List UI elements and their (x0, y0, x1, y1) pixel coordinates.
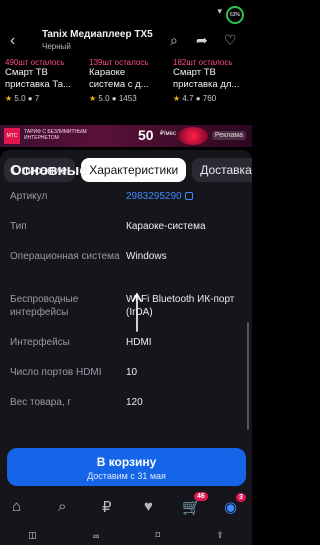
favorites-icon[interactable]: ♥ (144, 498, 153, 515)
wifi-icon: ▾ (217, 6, 222, 16)
star-icon: ★ (173, 94, 181, 103)
recommendations-strip: 490шт осталось Смарт ТВ приставка Та... … (0, 58, 252, 120)
rec-name: Смарт ТВ (5, 67, 48, 78)
rec-reviews: 1453 (118, 94, 137, 103)
banner-text: ТАРИФ С БЕЗЛИМИТНЫМ ИНТЕРНЕТОМ (24, 129, 87, 141)
rec-rating: 5.0 (98, 94, 110, 103)
cart-badge: 46 (194, 492, 208, 501)
spec-label: Вес товара, г (10, 397, 72, 408)
spec-label: Артикул (10, 191, 48, 202)
system-bar: ◫ ∞ ⌑ ⇪ (0, 526, 252, 545)
rec-meta: ★ 4.7 ● 760 (173, 94, 252, 103)
add-to-cart-button[interactable]: В корзину Доставим с 31 мая (7, 448, 246, 486)
rec-card[interactable]: 139шт осталось Караоке система с д... ★ … (84, 58, 168, 120)
rec-stock: 139шт осталось (89, 58, 149, 67)
spec-label: Тип (10, 221, 27, 232)
share-icon[interactable]: ➦ (196, 32, 208, 49)
tab-characteristics[interactable]: Характеристики (81, 158, 187, 182)
mts-logo: МТС (4, 128, 20, 144)
rec-name: Караоке (89, 67, 126, 78)
search-icon[interactable]: ⌕ (58, 498, 66, 515)
spec-value: 10 (126, 367, 138, 378)
cart-button-label: В корзину (96, 455, 157, 469)
product-title: Tanix Медиаплеер TX5 (42, 29, 153, 40)
review-icon: ● (111, 94, 117, 103)
rec-name-2: система с д... (89, 79, 149, 90)
ad-banner[interactable]: МТС ТАРИФ С БЕЗЛИМИТНЫМ ИНТЕРНЕТОМ 50 ₽/… (0, 125, 252, 147)
rec-reviews: 7 (34, 94, 40, 103)
spec-value: Wi-Fi Bluetooth ИК-порт (IrDA) (126, 294, 235, 318)
review-icon: ● (195, 94, 201, 103)
copy-icon[interactable] (184, 192, 193, 201)
arrow-annotation (132, 292, 142, 332)
heart-icon[interactable]: ♡ (224, 32, 237, 49)
rec-card[interactable]: 182шт осталось Смарт ТВ приставка дл... … (168, 58, 252, 120)
battery-level: 63% (229, 12, 240, 18)
banner-price-unit: ₽/мес (160, 131, 176, 137)
review-icon: ● (27, 94, 33, 103)
rec-card[interactable]: 490шт осталось Смарт ТВ приставка Та... … (0, 58, 84, 120)
scrollbar[interactable] (247, 322, 249, 430)
rec-rating: 4.7 (182, 94, 194, 103)
profile-icon[interactable]: ◉ (224, 498, 237, 516)
rec-name: Смарт ТВ (173, 67, 216, 78)
product-header: ‹ Tanix Медиаплеер TX5 Черный ⌕ ➦ ♡ (0, 26, 252, 56)
rec-reviews: 760 (202, 94, 217, 103)
bookmark-icon[interactable]: ⌑ (155, 530, 160, 541)
profile-badge: 3 (236, 493, 246, 502)
spec-value: Windows (126, 251, 167, 262)
link-icon[interactable]: ∞ (93, 531, 99, 541)
tab-delivery[interactable]: Доставка (192, 158, 252, 182)
rec-name-2: приставка дл... (173, 79, 240, 90)
rec-stock: 490шт осталось (5, 58, 65, 67)
spec-value[interactable]: 2983295290 (126, 190, 246, 203)
spec-value: 120 (126, 397, 143, 408)
spec-value: Караоке-система (126, 221, 206, 232)
banner-graphic (178, 127, 208, 145)
rec-stock: 182шт осталось (173, 58, 233, 67)
article-number[interactable]: 2983295290 (126, 191, 182, 202)
home-icon[interactable]: ⌂ (12, 498, 21, 515)
rec-meta: ★ 5.0 ● 7 (5, 94, 84, 103)
back-icon[interactable]: ‹ (10, 32, 15, 50)
spec-value: HDMI (126, 337, 152, 348)
rec-meta: ★ 5.0 ● 1453 (89, 94, 168, 103)
spec-label: Число портов HDMI (10, 367, 102, 378)
banner-price: 50 (138, 127, 154, 143)
search-icon[interactable]: ⌕ (170, 32, 178, 49)
star-icon: ★ (5, 94, 13, 103)
battery-icon: 63% (226, 6, 244, 24)
rec-name-2: приставка Та... (5, 79, 71, 90)
spec-label: Операционная система (10, 251, 120, 262)
bottom-nav: ⌂ ⌕ ₽ ♥ 🛒 46 ◉ 3 (0, 492, 252, 520)
ruble-icon[interactable]: ₽ (102, 498, 112, 516)
status-bar: ▾ 63% (0, 0, 252, 24)
star-icon: ★ (89, 94, 97, 103)
ad-label: Реклама (211, 131, 246, 140)
share-icon[interactable]: ⇪ (216, 530, 224, 541)
section-title: Основные (10, 162, 88, 179)
product-color: Черный (42, 42, 71, 51)
spec-label: Беспроводные интерфейсы (10, 294, 79, 318)
delivery-date: Доставим с 31 мая (87, 471, 166, 481)
rec-rating: 5.0 (14, 94, 26, 103)
camera-icon[interactable]: ◫ (28, 530, 37, 541)
spec-label: Интерфейсы (10, 337, 70, 348)
